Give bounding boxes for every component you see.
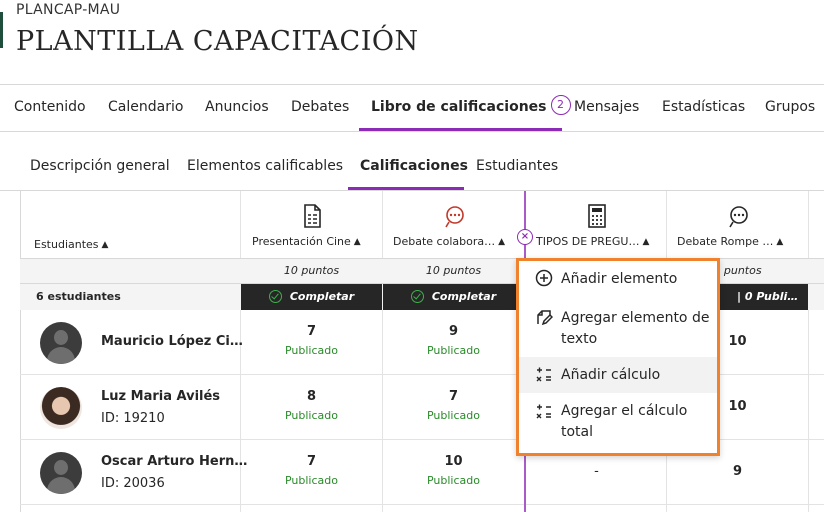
- grade-status: Publicado: [426, 409, 480, 422]
- grade-cell[interactable]: 7 Publicado: [383, 375, 524, 439]
- main-tabs: Contenido Calendario Anuncios Debates Li…: [0, 84, 824, 132]
- menu-item-label: Añadir cálculo: [561, 367, 661, 383]
- column-label: Debate Rompe … ▲︎: [677, 235, 783, 248]
- course-code: PLANCAP-MAU: [16, 2, 121, 18]
- grade-status: Publicado: [284, 474, 338, 487]
- grade-cell[interactable]: 7 Publicado: [241, 310, 382, 374]
- notification-badge: 2: [550, 95, 571, 115]
- sort-icon: ▲︎: [353, 237, 361, 247]
- course-title: PLANTILLA CAPACITACIÓN: [16, 26, 419, 57]
- tab-elementos-calificables[interactable]: Elementos calificables: [187, 133, 343, 190]
- grade-cell[interactable]: 9 Publicado: [383, 310, 524, 374]
- tab-grupos[interactable]: Grupos: [765, 85, 815, 131]
- column-header-tipos-de-preguntas[interactable]: TIPOS DE PREGU… ▲︎: [526, 191, 666, 258]
- menu-item-add-calculation[interactable]: Añadir cálculo: [519, 357, 717, 393]
- discussion-icon: [445, 206, 464, 228]
- menu-item-label: Agregar elemento de texto: [561, 310, 710, 347]
- sort-icon: ▲︎: [642, 237, 650, 247]
- gradebook-sub-tabs: Descripción general Elementos calificabl…: [0, 133, 824, 191]
- grade-cell[interactable]: 10 Publicado: [383, 440, 524, 504]
- tab-debates[interactable]: Debates: [291, 85, 349, 131]
- grade-value: 10: [444, 454, 463, 469]
- student-id: ID: 20036: [101, 476, 165, 491]
- tab-estudiantes[interactable]: Estudiantes: [476, 133, 558, 190]
- calculator-icon: [588, 204, 606, 228]
- check-circle-icon: [268, 289, 282, 303]
- grade-value: 7: [448, 389, 459, 404]
- grade-cell[interactable]: 8 Publicado: [241, 375, 382, 439]
- grade-value: 9: [448, 324, 459, 339]
- student-name[interactable]: Mauricio López Ci…: [101, 334, 243, 349]
- close-insert-button[interactable]: ×: [517, 229, 533, 245]
- grade-status: Publicado: [426, 474, 480, 487]
- complete-status: Completar: [241, 284, 382, 310]
- grade-status: Publicado: [284, 409, 338, 422]
- tab-libro-label: Libro de calificaciones: [371, 99, 547, 115]
- column-title: Presentación Cine: [252, 235, 351, 248]
- tab-anuncios[interactable]: Anuncios: [205, 85, 269, 131]
- points-value: 10 puntos: [283, 264, 340, 277]
- menu-item-label: Añadir elemento: [561, 271, 678, 287]
- course-accent-bar: [0, 12, 3, 48]
- total-calculation-icon: [536, 404, 551, 419]
- status-label: Completar: [289, 290, 355, 303]
- tab-mensajes[interactable]: Mensajes: [574, 85, 639, 131]
- students-header-label: Estudiantes ▲︎: [34, 238, 108, 251]
- menu-item-add-item[interactable]: Añadir elemento: [519, 261, 717, 297]
- column-header-students[interactable]: Estudiantes ▲︎: [20, 191, 240, 258]
- calculation-icon: [536, 367, 551, 382]
- tab-calificaciones[interactable]: Calificaciones: [348, 133, 468, 190]
- text-item-icon: [537, 310, 553, 326]
- assignment-icon: [304, 204, 321, 228]
- grade-status: Publicado: [426, 344, 480, 357]
- column-label: Presentación Cine ▲︎: [252, 235, 361, 248]
- sort-icon: ▲︎: [776, 237, 784, 247]
- tab-contenido[interactable]: Contenido: [14, 85, 86, 131]
- column-title: Debate colabora…: [393, 235, 496, 248]
- tab-estadisticas[interactable]: Estadísticas: [662, 85, 745, 131]
- menu-item-add-text-item[interactable]: Agregar elemento de texto: [519, 298, 717, 355]
- complete-status: Completar: [383, 284, 524, 310]
- column-header-presentacion[interactable]: Presentación Cine ▲︎: [241, 191, 382, 258]
- student-id: ID: 19210: [101, 411, 165, 426]
- course-header: PLANCAP-MAU PLANTILLA CAPACITACIÓN: [0, 0, 824, 84]
- column-title: TIPOS DE PREGU…: [536, 235, 640, 248]
- tab-libro-de-calificaciones[interactable]: Libro de calificaciones 2: [359, 85, 571, 131]
- avatar[interactable]: [40, 452, 82, 494]
- column-header-debate-rompe-hielo[interactable]: Debate Rompe … ▲︎: [667, 191, 808, 258]
- status-label: Completar: [431, 290, 497, 303]
- menu-item-label: Agregar el cálculo total: [561, 403, 688, 440]
- points-value: 10 puntos: [425, 264, 482, 277]
- tab-calendario[interactable]: Calendario: [108, 85, 183, 131]
- column-title: Debate Rompe …: [677, 235, 774, 248]
- student-name[interactable]: Oscar Arturo Hern…: [101, 454, 247, 469]
- avatar[interactable]: [40, 387, 82, 429]
- student-count: 6 estudiantes: [36, 290, 121, 303]
- student-name[interactable]: Luz Maria Avilés: [101, 389, 220, 404]
- column-label: TIPOS DE PREGU… ▲︎: [536, 235, 649, 248]
- plus-circle-icon: [535, 269, 553, 287]
- check-circle-icon: [410, 289, 424, 303]
- column-label: Debate colabora… ▲︎: [393, 235, 505, 248]
- sort-icon: ▲︎: [498, 237, 506, 247]
- grade-status: Publicado: [284, 344, 338, 357]
- discussion-icon: [729, 206, 748, 228]
- grade-value: 8: [306, 389, 317, 404]
- avatar[interactable]: [40, 322, 82, 364]
- sort-icon: ▲︎: [101, 240, 109, 250]
- grade-value: 9: [732, 464, 743, 479]
- grade-value: -: [594, 464, 599, 479]
- grade-value: 7: [306, 324, 317, 339]
- tab-descripcion-general[interactable]: Descripción general: [30, 133, 170, 190]
- students-header-text: Estudiantes: [34, 238, 99, 251]
- column-header-debate-colaborativo[interactable]: Debate colabora… ▲︎: [383, 191, 524, 258]
- add-item-menu: Añadir elemento Agregar elemento de text…: [516, 258, 720, 456]
- menu-item-add-total-calculation[interactable]: Agregar el cálculo total: [519, 395, 717, 453]
- grade-value: 7: [306, 454, 317, 469]
- grade-cell[interactable]: 7 Publicado: [241, 440, 382, 504]
